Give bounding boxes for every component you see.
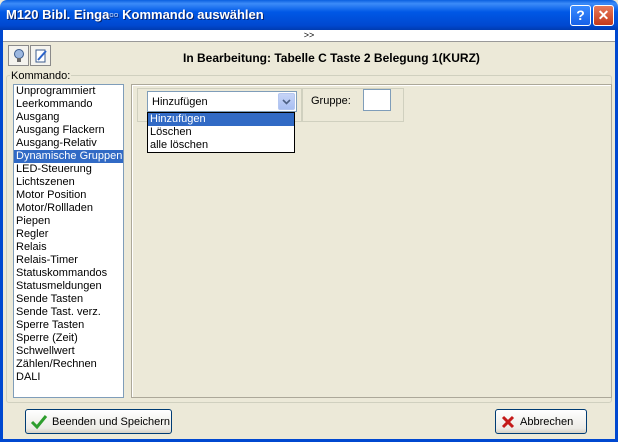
expander-bar[interactable]: >> — [3, 30, 615, 42]
list-item[interactable]: Sende Tast. verz. — [14, 306, 123, 319]
list-item[interactable]: Relais-Timer — [14, 254, 123, 267]
list-item[interactable]: Sende Tasten — [14, 293, 123, 306]
kommando-list[interactable]: Unprogrammiert Leerkommando Ausgang Ausgang… — [13, 84, 124, 398]
edit-document-icon — [35, 49, 47, 62]
list-item[interactable]: Piepen — [14, 215, 123, 228]
list-item[interactable]: Ausgang Flackern — [14, 124, 123, 137]
list-item[interactable]: Leerkommando — [14, 98, 123, 111]
action-select[interactable]: Hinzufügen — [147, 91, 297, 112]
list-item[interactable]: Lichtszenen — [14, 176, 123, 189]
save-button-label: Beenden und Speichern — [52, 415, 171, 428]
editing-heading: In Bearbeitung: Tabelle C Taste 2 Belegu… — [183, 51, 480, 65]
help-button[interactable]: ? — [570, 5, 591, 26]
list-item[interactable]: Unprogrammiert — [14, 85, 123, 98]
action-select-value: Hinzufügen — [152, 96, 208, 108]
list-item[interactable]: Schwellwert — [14, 345, 123, 358]
list-item[interactable]: Statuskommandos — [14, 267, 123, 280]
lightbulb-button[interactable] — [8, 45, 29, 66]
toolbar: In Bearbeitung: Tabelle C Taste 2 Belegu… — [3, 42, 615, 70]
list-item[interactable]: Sperre (Zeit) — [14, 332, 123, 345]
cancel-button[interactable]: Abbrechen — [495, 409, 587, 434]
action-dropdown-list: Hinzufügen Löschen alle löschen — [147, 112, 295, 153]
gruppe-label: Gruppe: — [311, 95, 351, 107]
list-item[interactable]: Motor Position — [14, 189, 123, 202]
list-item[interactable]: Sperre Tasten — [14, 319, 123, 332]
list-item[interactable]: Ausgang — [14, 111, 123, 124]
chevron-down-icon — [282, 98, 291, 105]
cancel-button-label: Abbrechen — [520, 415, 574, 428]
title-bar: M120 Bibl. Einga▫▫ Kommando auswählen ? … — [0, 0, 618, 30]
list-item[interactable]: Dynamische Gruppen — [14, 150, 123, 163]
red-x-icon — [501, 415, 515, 428]
lightbulb-icon — [13, 48, 24, 62]
list-item[interactable]: Ausgang-Relativ — [14, 137, 123, 150]
edit-button[interactable] — [30, 45, 51, 66]
list-item[interactable]: Regler — [14, 228, 123, 241]
list-item[interactable]: LED-Steuerung — [14, 163, 123, 176]
checkmark-icon — [30, 414, 48, 429]
list-item[interactable]: Relais — [14, 241, 123, 254]
window-title: M120 Bibl. Einga▫▫ Kommando auswählen — [6, 7, 264, 22]
close-button[interactable]: ✕ — [593, 5, 614, 26]
list-item[interactable]: Statusmeldungen — [14, 280, 123, 293]
dropdown-arrow-button[interactable] — [278, 93, 295, 110]
list-item[interactable]: Motor/Rollladen — [14, 202, 123, 215]
kommando-group-label: Kommando: — [10, 70, 72, 82]
dropdown-option[interactable]: alle löschen — [148, 139, 294, 152]
save-and-exit-button[interactable]: Beenden und Speichern — [25, 409, 172, 434]
list-item[interactable]: Zählen/Rechnen — [14, 358, 123, 371]
list-item[interactable]: DALI — [14, 371, 123, 384]
dropdown-option[interactable]: Löschen — [148, 126, 294, 139]
dropdown-option[interactable]: Hinzufügen — [148, 113, 294, 126]
gruppe-input[interactable] — [363, 89, 391, 111]
